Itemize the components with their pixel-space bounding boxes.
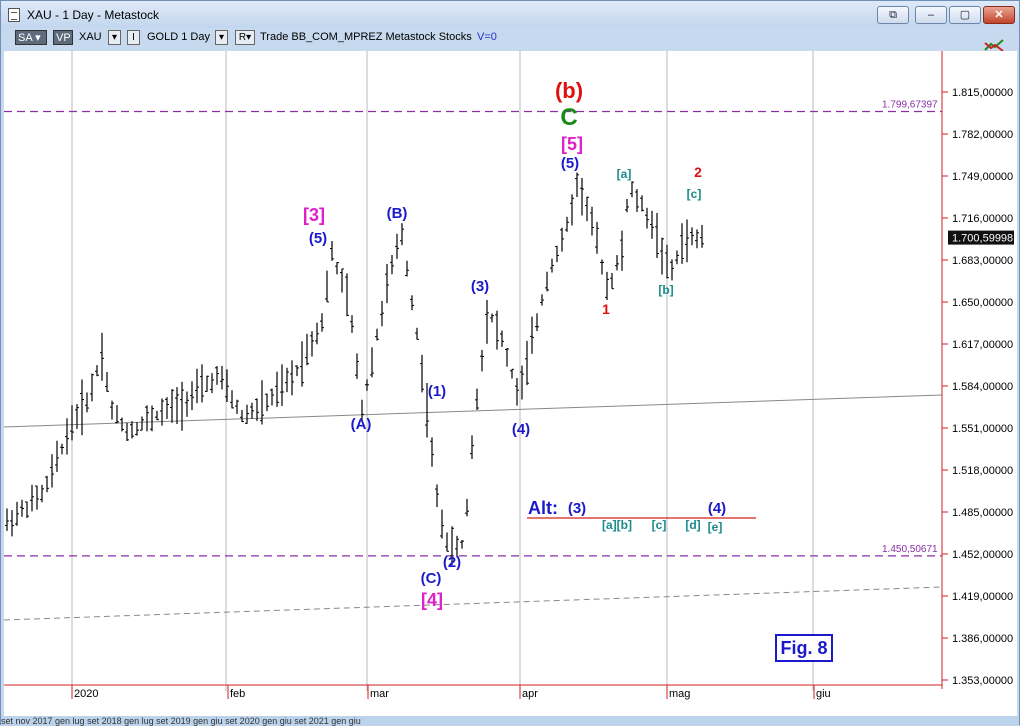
time-tick-label: mar (370, 688, 389, 700)
wave-label-5-bracket: [5] (561, 134, 583, 154)
wave-label-B: (B) (387, 205, 408, 222)
alt-label: Alt: (528, 498, 558, 518)
alt-wave-ab: [a][b] (602, 518, 632, 532)
wave-label-5-top: (5) (561, 155, 579, 172)
document-icon (8, 8, 20, 22)
window-title: XAU - 1 Day - Metastock (27, 8, 160, 22)
time-tick-label: feb (230, 688, 245, 700)
price-tick-label: 1.650,00000 (952, 297, 1013, 309)
alt-wave-3: (3) (568, 500, 586, 517)
alt-wave-e: [e] (708, 520, 723, 534)
price-tick-label: 1.815,00000 (952, 87, 1013, 99)
wave-label-a-bracket: [a] (617, 167, 632, 181)
r-label: R (238, 32, 247, 43)
wave-label-C-green: C (560, 104, 577, 131)
main-window: XAU - 1 Day - Metastock ⧉ – ▢ ✕ SA ▾ VP … (0, 0, 1020, 726)
wave-label-A: (A) (351, 416, 372, 433)
wave-label-3-bracket: [3] (303, 205, 325, 225)
time-tick-label: mag (669, 688, 690, 700)
wave-label-4-bracket: [4] (421, 590, 443, 610)
wave-label-c-bracket: [c] (687, 187, 702, 201)
wave-label-3: (3) (471, 278, 489, 295)
price-tick-label: 1.386,00000 (952, 633, 1013, 645)
alt-wave-c: [c] (652, 518, 667, 532)
price-tick-label: 1.749,00000 (952, 171, 1013, 183)
close-button[interactable]: ✕ (983, 6, 1015, 24)
time-tick-label: apr (522, 688, 538, 700)
alt-wave-d: [d] (685, 518, 700, 532)
alt-wave-4: (4) (708, 500, 726, 517)
price-tick-label: 1.782,00000 (952, 129, 1013, 141)
price-tick-label: 1.551,00000 (952, 423, 1013, 435)
price-tick-label: 1.452,00000 (952, 549, 1013, 561)
period-dropdown[interactable]: ▾ (215, 30, 228, 45)
wave-label-1-red: 1 (602, 301, 610, 317)
last-price-label: 1.700,59998 (952, 233, 1013, 245)
trend-line-lower (4, 586, 943, 621)
wave-label-5-left: (5) (309, 230, 327, 247)
chart-svg[interactable]: 1.799,67397 1.450,50671 1.815,00000 1.782,… (4, 51, 1017, 716)
time-tick-label: 2020 (74, 688, 98, 700)
symbol-label: XAU (79, 31, 102, 43)
price-tick-label: 1.683,00000 (952, 255, 1013, 267)
minimize-button[interactable]: – (915, 6, 947, 24)
indicator-button[interactable]: I (127, 30, 140, 45)
price-tick-label: 1.518,00000 (952, 465, 1013, 477)
wave-label-2: (2) (443, 554, 461, 571)
price-tick-label: 1.716,00000 (952, 213, 1013, 225)
trend-line-upper (4, 394, 943, 428)
volume-indicator: V=0 (477, 31, 497, 43)
figure-badge-label: Fig. 8 (780, 638, 827, 658)
wave-label-C: (C) (421, 570, 442, 587)
r-dropdown[interactable]: R▾ (235, 30, 255, 45)
wave-label-b-bracket: [b] (658, 283, 673, 297)
price-tick-label: 1.419,00000 (952, 591, 1013, 603)
chart-toolbar: SA ▾ VP XAU ▾ I GOLD 1 Day ▾ R▾ Trade BB… (1, 28, 1019, 52)
title-bar: XAU - 1 Day - Metastock ⧉ – ▢ ✕ (1, 1, 1019, 28)
restore-all-button[interactable]: ⧉ (877, 6, 909, 24)
period-label: GOLD 1 Day (147, 31, 210, 43)
lower-level-label: 1.450,50671 (882, 544, 938, 555)
maximize-button[interactable]: ▢ (949, 6, 981, 24)
time-tick-label: giu (816, 688, 831, 700)
price-tick-label: 1.617,00000 (952, 339, 1013, 351)
price-bars (5, 172, 704, 566)
trade-info: Trade BB_COM_MPREZ Metastock Stocks (260, 31, 472, 43)
wave-label-1: (1) (428, 383, 446, 400)
wave-label-2-red: 2 (694, 164, 702, 180)
symbol-dropdown[interactable]: ▾ (108, 30, 121, 45)
upper-level-label: 1.799,67397 (882, 100, 938, 111)
price-tick-label: 1.584,00000 (952, 381, 1013, 393)
price-tick-label: 1.485,00000 (952, 507, 1013, 519)
sa-label: SA (18, 32, 33, 44)
price-tick-label: 1.353,00000 (952, 675, 1013, 687)
wave-label-4: (4) (512, 421, 530, 438)
price-chart[interactable]: 1.799,67397 1.450,50671 1.815,00000 1.782,… (4, 51, 1017, 716)
sa-dropdown[interactable]: SA ▾ (15, 30, 47, 45)
vp-button[interactable]: VP (53, 30, 73, 45)
wave-label-b: (b) (555, 78, 583, 103)
